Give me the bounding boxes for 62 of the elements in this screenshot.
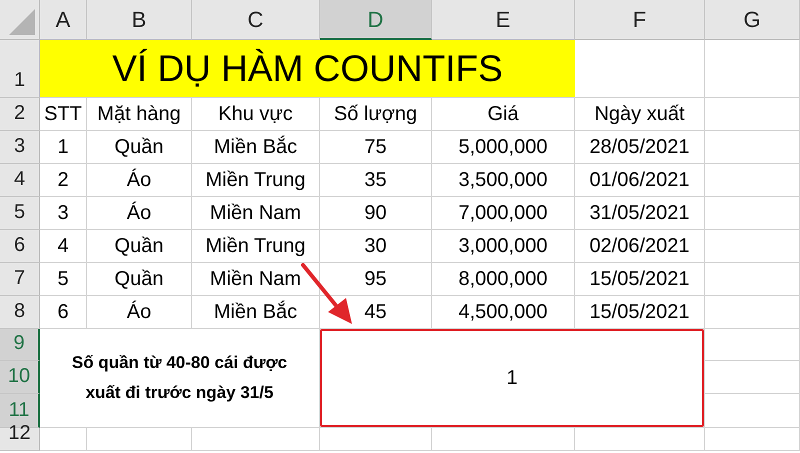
table-cell: 35: [320, 164, 432, 197]
table-cell: Áo: [87, 164, 192, 197]
table-cell: Quần: [87, 263, 192, 296]
table-cell: 5,000,000: [432, 131, 575, 164]
table-cell: Miền Trung: [192, 164, 320, 197]
row-header[interactable]: 6: [0, 230, 40, 263]
table-cell: Quần: [87, 230, 192, 263]
table-cell: 3: [40, 197, 87, 230]
pointer-arrow: [300, 262, 354, 326]
table-cell: 15/05/2021: [575, 296, 705, 329]
table-cell: Áo: [87, 197, 192, 230]
table-cell: Số lượng: [320, 98, 432, 131]
table-cell: Ngày xuất: [575, 98, 705, 131]
table-cell: 8,000,000: [432, 263, 575, 296]
table-cell: Quần: [87, 131, 192, 164]
column-header[interactable]: F: [575, 0, 705, 40]
table-cell: Miền Trung: [192, 230, 320, 263]
table-cell: 4: [40, 230, 87, 263]
table-cell: Miền Bắc: [192, 296, 320, 329]
table-cell: 2: [40, 164, 87, 197]
column-header[interactable]: A: [40, 0, 87, 40]
table-cell: 28/05/2021: [575, 131, 705, 164]
row-header[interactable]: 9: [0, 329, 40, 361]
column-header[interactable]: E: [432, 0, 575, 40]
row-header[interactable]: 3: [0, 131, 40, 164]
table-cell: 5: [40, 263, 87, 296]
row-header[interactable]: 5: [0, 197, 40, 230]
table-cell: Áo: [87, 296, 192, 329]
table-cell: 01/06/2021: [575, 164, 705, 197]
table-cell: 31/05/2021: [575, 197, 705, 230]
row-header[interactable]: 10: [0, 361, 40, 394]
table-cell: 30: [320, 230, 432, 263]
row-header[interactable]: 8: [0, 296, 40, 329]
table-cell: 15/05/2021: [575, 263, 705, 296]
row-header[interactable]: 4: [0, 164, 40, 197]
table-cell: 3,500,000: [432, 164, 575, 197]
column-header[interactable]: G: [705, 0, 800, 40]
title-cell: VÍ DỤ HÀM COUNTIFS: [40, 40, 575, 98]
table-cell: Giá: [432, 98, 575, 131]
table-cell: 7,000,000: [432, 197, 575, 230]
table-cell: Miền Nam: [192, 197, 320, 230]
table-cell: 95: [320, 263, 432, 296]
table-cell: Miền Nam: [192, 263, 320, 296]
table-cell: STT: [40, 98, 87, 131]
table-cell: 1: [40, 131, 87, 164]
column-header[interactable]: C: [192, 0, 320, 40]
table-cell: Khu vực: [192, 98, 320, 131]
row-header[interactable]: 7: [0, 263, 40, 296]
column-header[interactable]: B: [87, 0, 192, 40]
table-cell: 4,500,000: [432, 296, 575, 329]
table-cell: 6: [40, 296, 87, 329]
table-cell: 75: [320, 131, 432, 164]
table-cell: 3,000,000: [432, 230, 575, 263]
table-cell: Mặt hàng: [87, 98, 192, 131]
row-header[interactable]: 2: [0, 98, 40, 131]
row-header[interactable]: 1: [0, 40, 40, 98]
column-header[interactable]: D: [320, 0, 432, 40]
table-cell: Miền Bắc: [192, 131, 320, 164]
result-cell[interactable]: 1: [320, 329, 704, 427]
table-cell: 90: [320, 197, 432, 230]
select-all-icon[interactable]: [9, 9, 35, 35]
table-cell: 02/06/2021: [575, 230, 705, 263]
